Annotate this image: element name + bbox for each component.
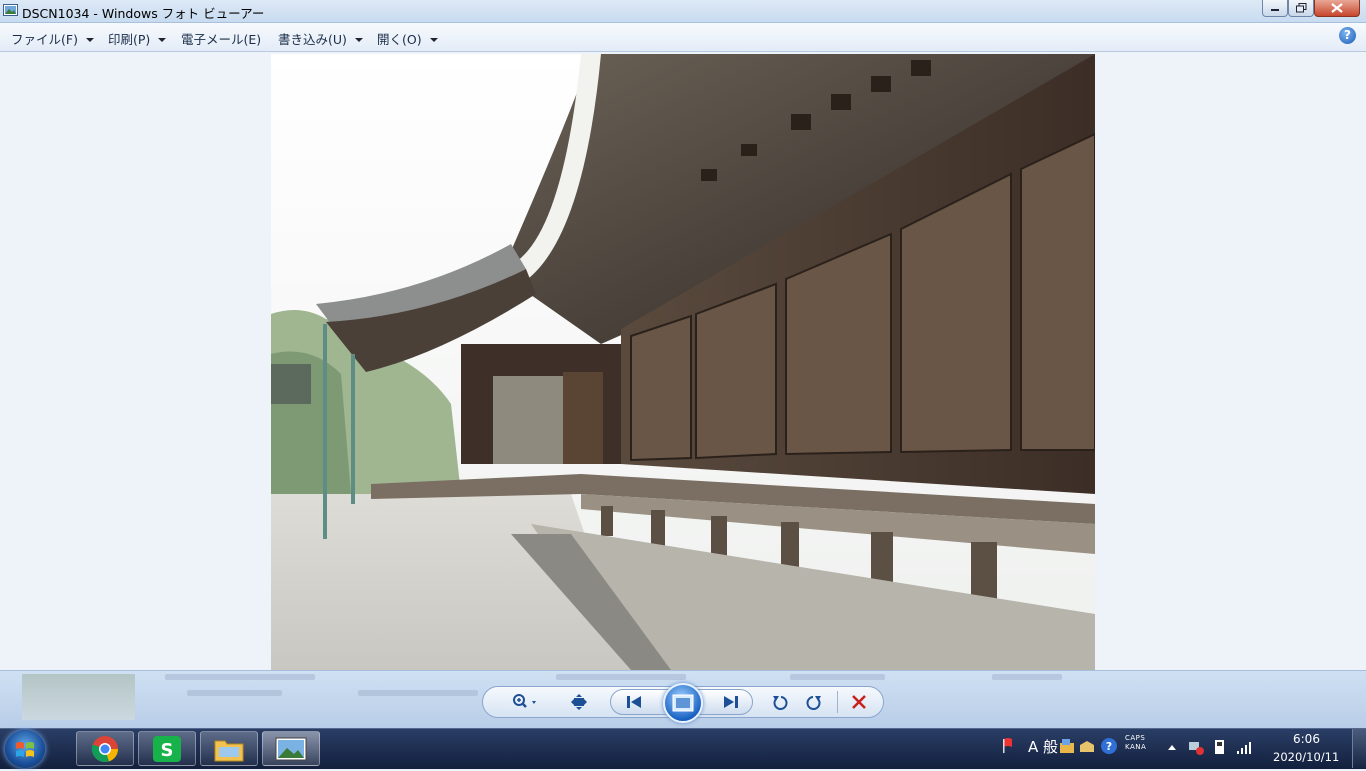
menu-open-label: 開く(O): [377, 32, 422, 47]
restore-button[interactable]: [1288, 0, 1314, 17]
menu-burn[interactable]: 書き込み(U): [278, 29, 363, 48]
ime-tool-icon[interactable]: [1058, 737, 1076, 755]
rotate-right-icon: [806, 696, 821, 710]
zoom-button[interactable]: [510, 691, 540, 713]
svg-text:?: ?: [1106, 740, 1112, 753]
next-icon: [724, 696, 738, 708]
minimize-button[interactable]: [1262, 0, 1288, 17]
taskbar-chrome[interactable]: [76, 731, 134, 766]
clock-date[interactable]: 2020/10/11: [1273, 750, 1339, 764]
metadata-ghost: [165, 674, 315, 680]
chrome-icon: [91, 735, 119, 762]
chevron-down-icon: [85, 38, 94, 42]
menu-burn-label: 書き込み(U): [278, 32, 347, 47]
menu-open[interactable]: 開く(O): [377, 29, 438, 48]
folder-icon: [214, 740, 244, 761]
rotate-right-button[interactable]: [803, 691, 825, 713]
start-button[interactable]: [5, 730, 45, 768]
taskbar-photo-viewer[interactable]: [262, 731, 320, 766]
window-title: DSCN1034 - Windows フォト ビューアー: [22, 6, 265, 21]
show-desktop-button[interactable]: [1352, 729, 1366, 768]
restore-icon: [1295, 3, 1306, 13]
safely-remove-icon[interactable]: [1212, 738, 1228, 756]
previous-button[interactable]: [623, 691, 645, 713]
menu-email-label: 電子メール(E): [181, 32, 262, 47]
slideshow-button[interactable]: [663, 683, 703, 723]
chevron-down-icon: [354, 38, 363, 42]
menu-file-label: ファイル(F): [11, 32, 78, 47]
slideshow-icon: [672, 694, 694, 712]
clock-time[interactable]: 6:06: [1293, 732, 1320, 746]
close-icon: [1331, 3, 1343, 13]
menu-file[interactable]: ファイル(F): [11, 29, 94, 48]
menu-print[interactable]: 印刷(P): [108, 29, 167, 48]
metadata-ghost: [358, 690, 478, 696]
menu-print-label: 印刷(P): [108, 32, 151, 47]
windows-logo-icon: [16, 742, 34, 757]
metadata-ghost: [992, 674, 1062, 680]
photo-viewer-icon: [3, 4, 18, 16]
minimize-icon: [1271, 9, 1279, 11]
thumbnail: [22, 674, 135, 720]
taskbar-spreadsheet[interactable]: S: [138, 731, 196, 766]
notification-flag-icon[interactable]: [999, 737, 1017, 755]
actual-size-button[interactable]: [568, 691, 590, 713]
network-alert-icon[interactable]: [1187, 738, 1205, 756]
close-button[interactable]: [1314, 0, 1360, 17]
title-bar: DSCN1034 - Windows フォト ビューアー: [0, 0, 1366, 23]
photo-image: [271, 54, 1095, 670]
delete-icon: [852, 695, 866, 709]
caps-label: CAPS: [1125, 734, 1146, 742]
actual-size-icon: [571, 694, 587, 710]
rotate-left-button[interactable]: [769, 691, 791, 713]
next-button[interactable]: [720, 691, 742, 713]
previous-icon: [627, 696, 641, 708]
menu-email[interactable]: 電子メール(E): [181, 29, 261, 48]
ime-help-icon[interactable]: ?: [1100, 737, 1118, 755]
ime-dictionary-icon[interactable]: [1078, 737, 1096, 755]
chevron-down-icon: [429, 38, 438, 42]
rotate-left-icon: [773, 696, 788, 710]
svg-text:S: S: [161, 740, 174, 761]
caps-kana-indicator[interactable]: CAPS KANA: [1125, 734, 1146, 752]
control-divider: [837, 691, 838, 713]
metadata-ghost: [187, 690, 282, 696]
wifi-signal-icon[interactable]: [1236, 739, 1254, 755]
delete-button[interactable]: [848, 691, 870, 713]
chevron-down-icon: [158, 38, 167, 42]
photo-viewer-icon: [275, 737, 307, 760]
taskbar-explorer[interactable]: [200, 731, 258, 766]
kana-label: KANA: [1125, 743, 1147, 751]
spreadsheet-s-icon: S: [153, 735, 181, 762]
ime-mode-indicator[interactable]: A 般: [1028, 736, 1058, 757]
show-hidden-icons-icon[interactable]: [1166, 742, 1178, 752]
metadata-ghost: [790, 674, 885, 680]
help-button[interactable]: ?: [1339, 27, 1356, 44]
metadata-ghost: [556, 674, 686, 680]
zoom-icon: [513, 694, 536, 708]
